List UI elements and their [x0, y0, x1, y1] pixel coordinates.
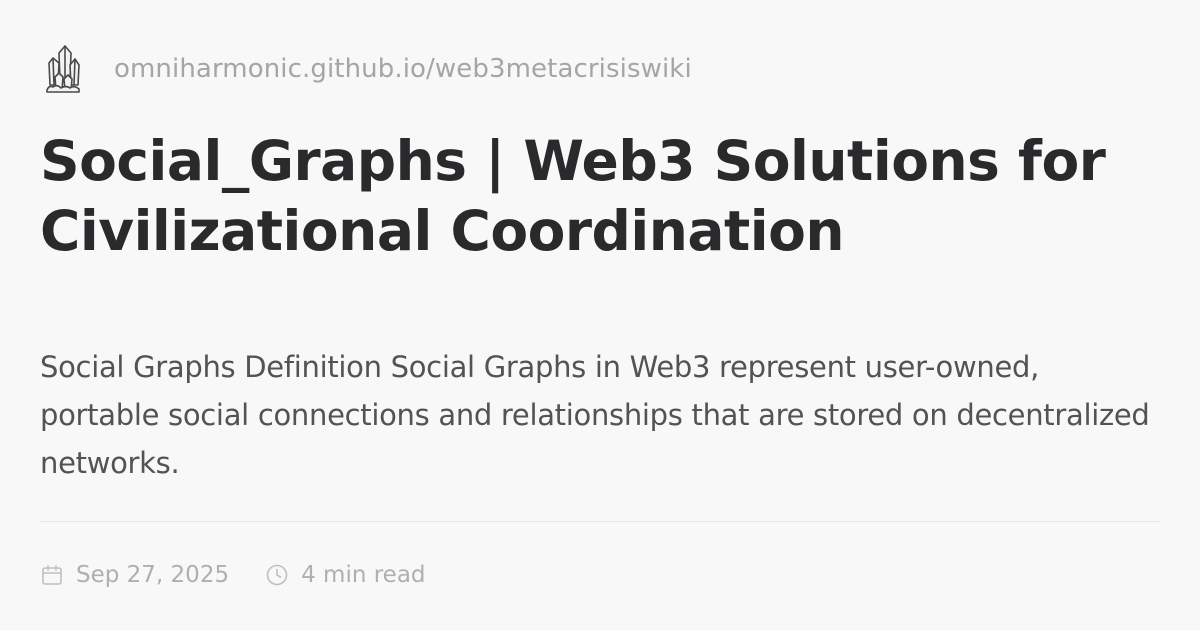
page-title: Social_Graphs | Web3 Solutions for Civil… — [40, 129, 1106, 263]
publish-date-text: Sep 27, 2025 — [76, 562, 230, 588]
read-time-text: 4 min read — [301, 562, 426, 588]
crystal-cluster-icon — [40, 41, 86, 97]
meta-row: Sep 27, 2025 4 min read — [40, 558, 426, 592]
site-url[interactable]: omniharmonic.github.io/web3metacrisiswik… — [114, 54, 692, 84]
preview-card: omniharmonic.github.io/web3metacrisiswik… — [40, 40, 1160, 590]
calendar-icon — [40, 563, 64, 587]
divider — [40, 521, 1160, 522]
site-header: omniharmonic.github.io/web3metacrisiswik… — [40, 40, 692, 98]
publish-date: Sep 27, 2025 — [40, 562, 229, 588]
read-time: 4 min read — [265, 562, 426, 588]
clock-icon — [265, 563, 289, 587]
page-description: Social Graphs Definition Social Graphs i… — [40, 350, 1150, 480]
